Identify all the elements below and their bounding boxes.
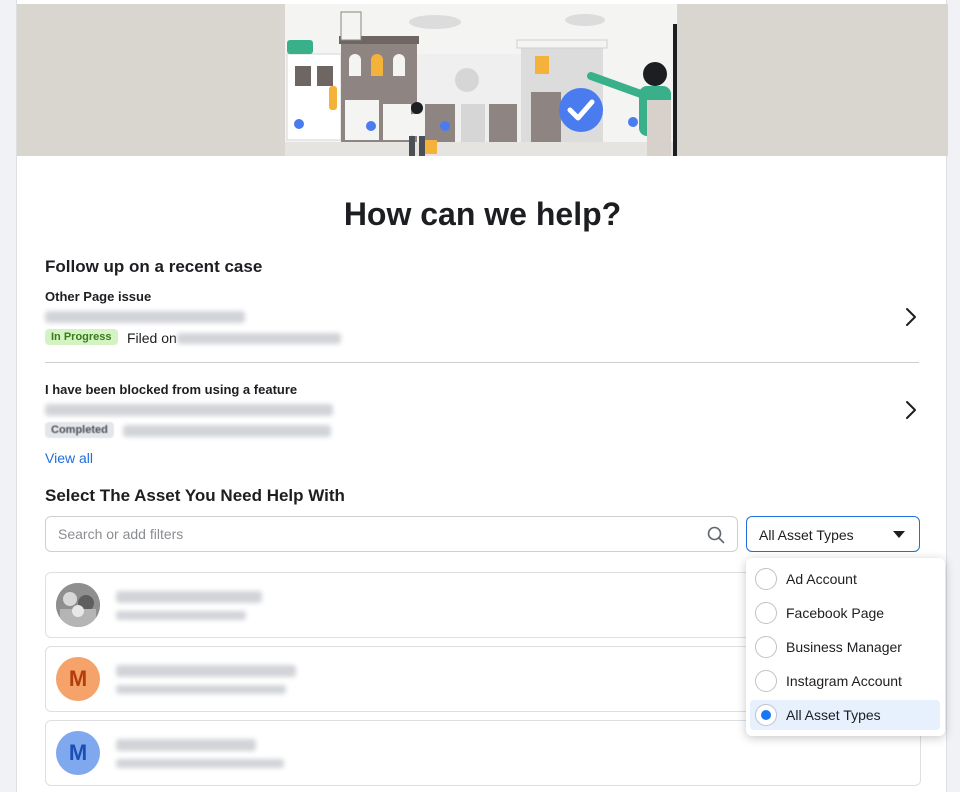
chevron-right-icon[interactable] xyxy=(903,400,919,420)
case-item[interactable]: I have been blocked from using a feature… xyxy=(45,382,919,468)
radio-button[interactable] xyxy=(755,602,777,624)
search-box[interactable] xyxy=(45,516,738,552)
case-filed-label: Filed on xyxy=(127,330,177,346)
option-label: Instagram Account xyxy=(786,673,902,689)
status-badge: Completed xyxy=(45,422,114,438)
asset-name-redacted xyxy=(116,665,296,677)
option-label: Business Manager xyxy=(786,639,902,655)
asset-type-dropdown: Ad Account Facebook Page Business Manage… xyxy=(746,558,945,736)
recent-cases-heading: Follow up on a recent case xyxy=(45,257,263,276)
asset-type-select[interactable]: All Asset Types xyxy=(746,516,920,552)
hero-banner xyxy=(17,4,948,156)
case-title: Other Page issue xyxy=(45,289,152,304)
option-label: Ad Account xyxy=(786,571,857,587)
storefront-illustration xyxy=(285,4,677,156)
asset-type-option-ad-account[interactable]: Ad Account xyxy=(750,564,940,594)
radio-button[interactable] xyxy=(755,670,777,692)
asset-type-option-instagram-account[interactable]: Instagram Account xyxy=(750,666,940,696)
avatar: M xyxy=(56,657,100,701)
case-subtitle-redacted xyxy=(45,311,245,323)
case-date-redacted xyxy=(177,333,341,344)
option-label: Facebook Page xyxy=(786,605,885,621)
case-subtitle-redacted xyxy=(45,404,333,416)
chevron-right-icon[interactable] xyxy=(903,307,919,327)
asset-name-redacted xyxy=(116,739,256,751)
page-title: How can we help? xyxy=(343,196,622,232)
radio-button[interactable] xyxy=(755,636,777,658)
case-divider xyxy=(45,362,919,363)
asset-meta-redacted xyxy=(116,685,286,694)
avatar: M xyxy=(56,731,100,775)
view-all-link[interactable]: View all xyxy=(45,450,93,466)
asset-meta-redacted xyxy=(116,759,284,768)
search-input[interactable] xyxy=(58,517,698,551)
asset-name-redacted xyxy=(116,591,262,603)
status-badge: In Progress xyxy=(45,329,118,345)
search-icon[interactable] xyxy=(707,526,725,544)
asset-type-option-all-asset-types[interactable]: All Asset Types xyxy=(750,700,940,730)
asset-type-select-value: All Asset Types xyxy=(759,527,854,543)
radio-button[interactable] xyxy=(755,568,777,590)
asset-meta-redacted xyxy=(116,611,246,620)
avatar xyxy=(56,583,100,627)
asset-section-heading: Select The Asset You Need Help With xyxy=(45,486,345,505)
radio-button-selected[interactable] xyxy=(755,704,777,726)
case-title: I have been blocked from using a feature xyxy=(45,382,298,397)
help-center-panel: How can we help? Follow up on a recent c… xyxy=(16,0,948,792)
option-label: All Asset Types xyxy=(786,707,881,723)
caret-down-icon xyxy=(893,531,905,538)
checkmark-icon xyxy=(559,88,603,132)
asset-type-option-facebook-page[interactable]: Facebook Page xyxy=(750,598,940,628)
case-date-redacted xyxy=(123,425,331,437)
asset-type-option-business-manager[interactable]: Business Manager xyxy=(750,632,940,662)
